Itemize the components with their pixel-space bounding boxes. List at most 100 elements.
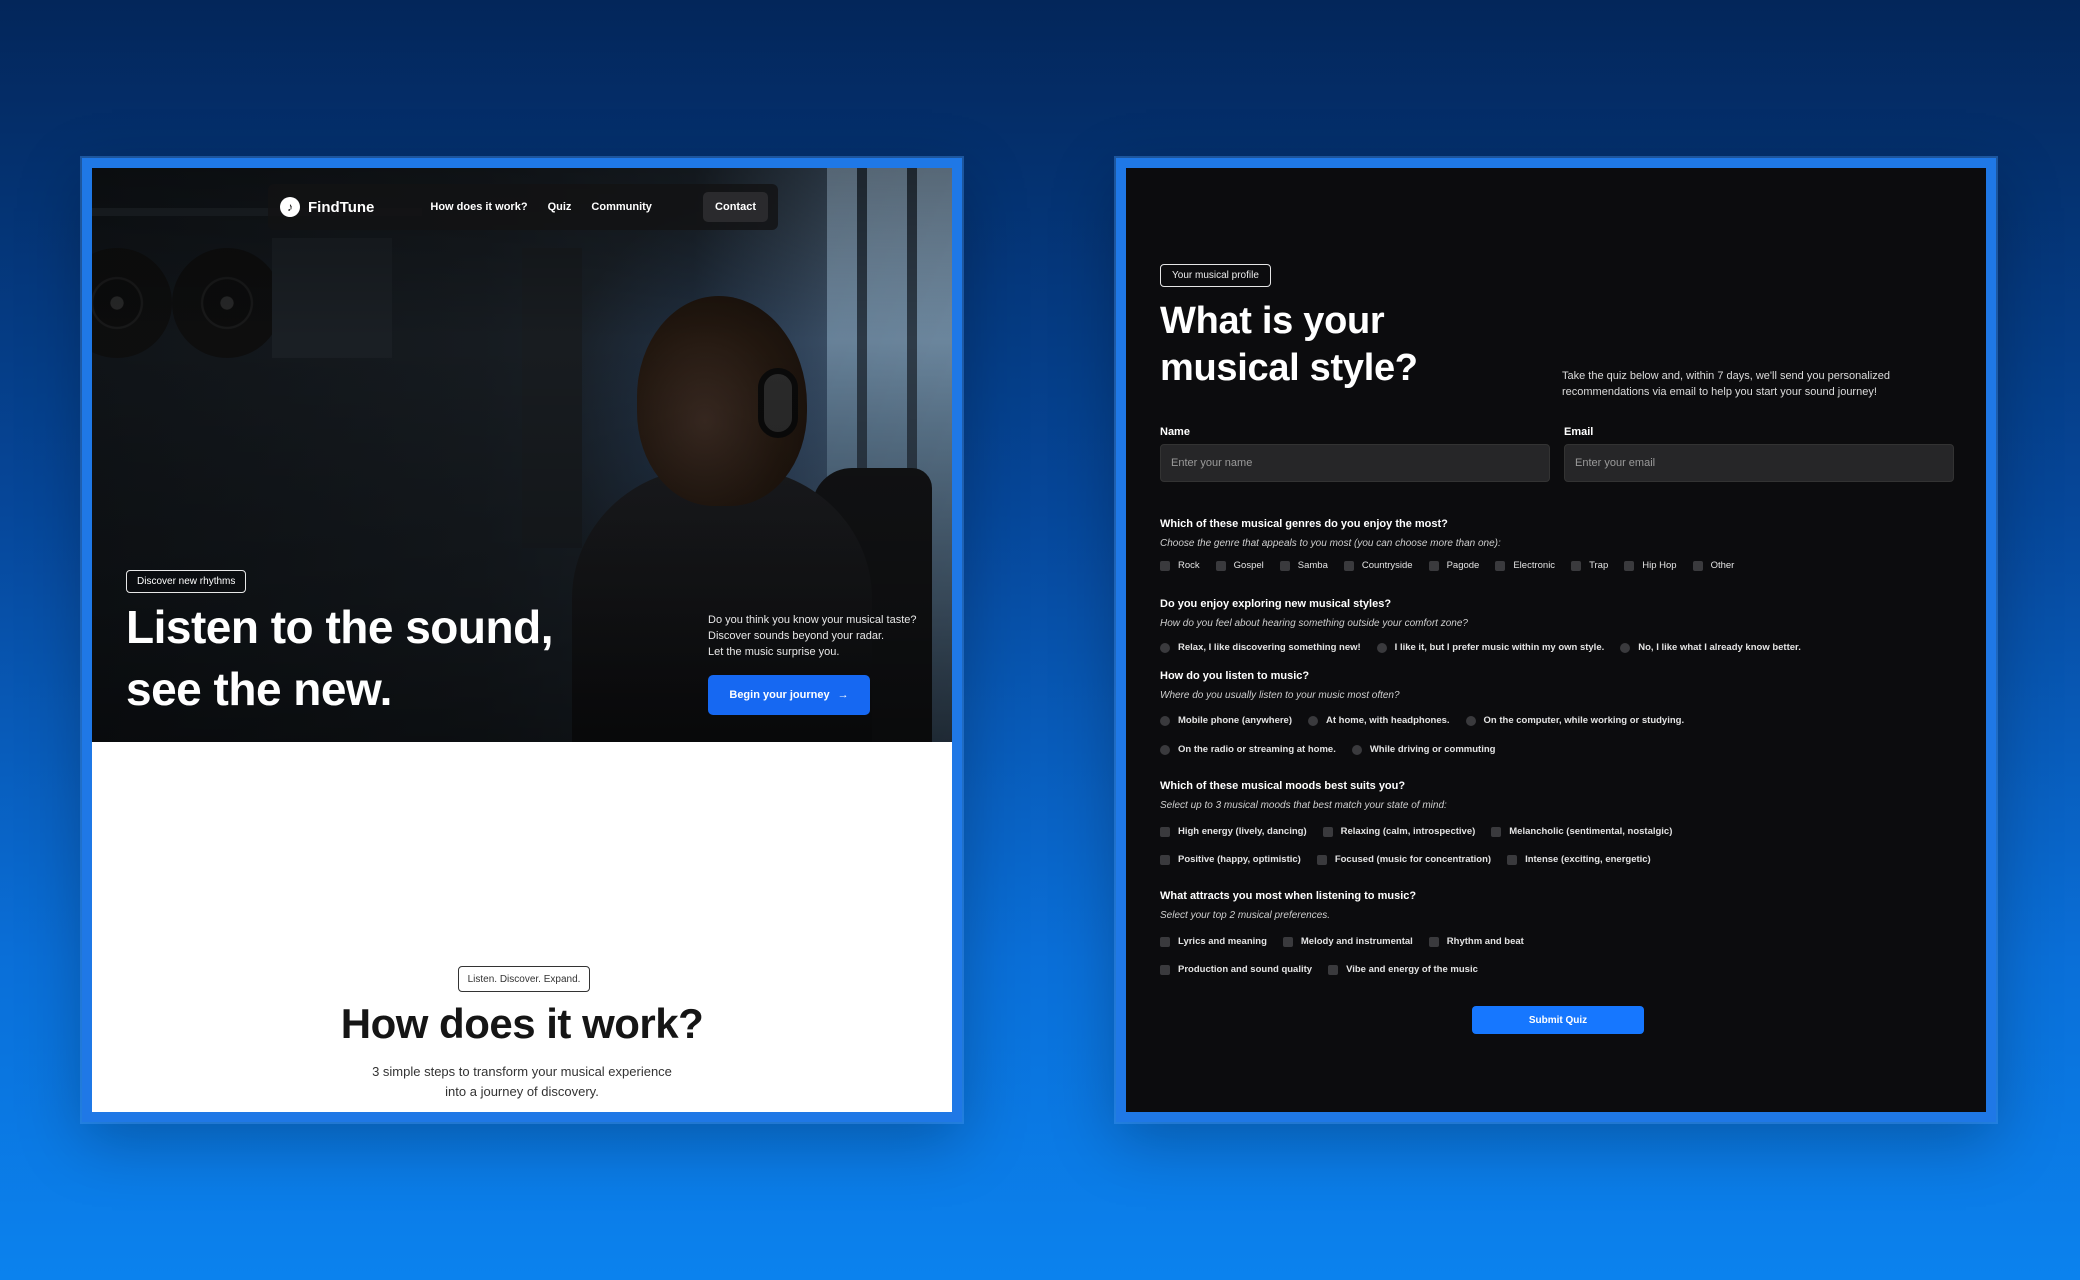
q4-option-intense[interactable]: Intense (exciting, energetic) xyxy=(1507,854,1651,865)
radio-button[interactable] xyxy=(1160,642,1170,653)
option-label: At home, with headphones. xyxy=(1326,715,1450,726)
q3-hint: Where do you usually listen to your musi… xyxy=(1160,690,1400,701)
q4-title: Which of these musical moods best suits … xyxy=(1160,780,1406,792)
checkbox[interactable] xyxy=(1624,560,1635,571)
q4-option-relaxing[interactable]: Relaxing (calm, introspective) xyxy=(1322,826,1476,837)
contact-button[interactable]: Contact xyxy=(703,192,768,222)
top-navbar: ♪ FindTune How does it work? Quiz Commun… xyxy=(268,184,778,230)
q3-option-computer[interactable]: On the computer, while working or studyi… xyxy=(1465,715,1684,726)
brand-logo[interactable]: ♪ FindTune xyxy=(280,197,374,217)
nav-link-how-it-works[interactable]: How does it work? xyxy=(430,201,527,213)
quiz-intro: Take the quiz below and, within 7 days, … xyxy=(1562,370,1891,398)
radio-button[interactable] xyxy=(1160,744,1170,755)
option-label: Countryside xyxy=(1361,560,1413,571)
checkbox[interactable] xyxy=(1316,854,1327,865)
q3-option-mobile[interactable]: Mobile phone (anywhere) xyxy=(1160,715,1292,726)
begin-journey-button[interactable]: Begin your journey → xyxy=(708,675,870,715)
quiz-title: What is your musical style? xyxy=(1160,300,1418,389)
radio-button[interactable] xyxy=(1160,715,1170,726)
q3-option-driving[interactable]: While driving or commuting xyxy=(1351,744,1495,755)
nav-link-community[interactable]: Community xyxy=(591,201,652,213)
q1-option-pagode[interactable]: Pagode xyxy=(1428,560,1479,571)
q2-hint: How do you feel about hearing something … xyxy=(1160,618,1468,629)
checkbox[interactable] xyxy=(1428,936,1439,947)
checkbox[interactable] xyxy=(1160,854,1170,865)
q2-options: Relax, I like discovering something new!… xyxy=(1160,642,1817,653)
q4-option-focused[interactable]: Focused (music for concentration) xyxy=(1316,854,1491,865)
nav-link-quiz[interactable]: Quiz xyxy=(548,201,572,213)
submit-quiz-button[interactable]: Submit Quiz xyxy=(1472,1006,1644,1034)
q3-option-radio[interactable]: On the radio or streaming at home. xyxy=(1160,744,1336,755)
q1-option-samba[interactable]: Samba xyxy=(1279,560,1328,571)
checkbox[interactable] xyxy=(1495,560,1506,571)
q3-option-home-headphones[interactable]: At home, with headphones. xyxy=(1308,715,1450,726)
option-label: Electronic xyxy=(1513,560,1556,571)
email-input[interactable] xyxy=(1564,444,1954,482)
checkbox[interactable] xyxy=(1279,560,1290,571)
how-it-works-section: Listen. Discover. Expand. How does it wo… xyxy=(92,742,952,1112)
hero-description: Do you think you know your musical taste… xyxy=(708,612,938,660)
option-label: Positive (happy, optimistic) xyxy=(1178,854,1301,865)
option-label: Mobile phone (anywhere) xyxy=(1178,715,1293,726)
checkbox[interactable] xyxy=(1160,964,1170,975)
checkbox[interactable] xyxy=(1571,560,1582,571)
radio-button[interactable] xyxy=(1376,642,1387,653)
q1-option-hip-hop[interactable]: Hip Hop xyxy=(1624,560,1677,571)
q4-option-high-energy[interactable]: High energy (lively, dancing) xyxy=(1160,826,1307,837)
checkbox[interactable] xyxy=(1215,560,1226,571)
name-input[interactable] xyxy=(1160,444,1550,482)
option-label: Samba xyxy=(1297,560,1328,571)
radio-button[interactable] xyxy=(1620,642,1631,653)
checkbox[interactable] xyxy=(1507,854,1518,865)
option-label: Production and sound quality xyxy=(1178,964,1313,975)
q4-option-positive[interactable]: Positive (happy, optimistic) xyxy=(1160,854,1301,865)
q1-title: Which of these musical genres do you enj… xyxy=(1160,518,1448,530)
q1-option-rock[interactable]: Rock xyxy=(1160,560,1200,571)
checkbox[interactable] xyxy=(1160,560,1170,571)
checkbox[interactable] xyxy=(1282,936,1293,947)
q4-options-row-1: High energy (lively, dancing) Relaxing (… xyxy=(1160,826,1688,837)
checkbox[interactable] xyxy=(1160,936,1170,947)
quiz-badge: Your musical profile xyxy=(1160,264,1271,287)
hero-title: Listen to the sound, see the new. xyxy=(126,596,646,720)
hero-section: ♪ FindTune How does it work? Quiz Commun… xyxy=(92,168,952,742)
q1-option-electronic[interactable]: Electronic xyxy=(1495,560,1555,571)
q4-option-melancholic[interactable]: Melancholic (sentimental, nostalgic) xyxy=(1491,826,1672,837)
checkbox[interactable] xyxy=(1491,826,1502,837)
q5-option-production[interactable]: Production and sound quality xyxy=(1160,964,1312,975)
q1-option-gospel[interactable]: Gospel xyxy=(1215,560,1264,571)
radio-button[interactable] xyxy=(1465,715,1476,726)
landing-page-preview: ♪ FindTune How does it work? Quiz Commun… xyxy=(82,158,962,1122)
hero-description-line-1: Do you think you know your musical taste… xyxy=(708,614,917,626)
q5-option-vibe[interactable]: Vibe and energy of the music xyxy=(1328,964,1478,975)
q5-option-lyrics[interactable]: Lyrics and meaning xyxy=(1160,936,1267,947)
q2-option-relax[interactable]: Relax, I like discovering something new! xyxy=(1160,642,1361,653)
email-label: Email xyxy=(1564,426,1594,438)
q5-options-row-2: Production and sound quality Vibe and en… xyxy=(1160,964,1494,975)
name-label: Name xyxy=(1160,426,1190,438)
q2-option-own-style[interactable]: I like it, but I prefer music within my … xyxy=(1376,642,1605,653)
begin-journey-label: Begin your journey xyxy=(729,689,830,701)
q1-option-other[interactable]: Other xyxy=(1692,560,1734,571)
radio-button[interactable] xyxy=(1351,744,1362,755)
section-badge: Listen. Discover. Expand. xyxy=(458,966,590,992)
q5-options-row-1: Lyrics and meaning Melody and instrument… xyxy=(1160,936,1540,947)
q1-option-countryside[interactable]: Countryside xyxy=(1343,560,1413,571)
q1-option-trap[interactable]: Trap xyxy=(1571,560,1608,571)
checkbox[interactable] xyxy=(1692,560,1703,571)
radio-button[interactable] xyxy=(1308,715,1319,726)
checkbox[interactable] xyxy=(1322,826,1333,837)
checkbox[interactable] xyxy=(1328,964,1339,975)
option-label: Lyrics and meaning xyxy=(1178,936,1267,947)
checkbox[interactable] xyxy=(1160,826,1170,837)
q5-option-rhythm[interactable]: Rhythm and beat xyxy=(1428,936,1524,947)
q2-option-already-know[interactable]: No, I like what I already know better. xyxy=(1620,642,1801,653)
hero-description-line-3: Let the music surprise you. xyxy=(708,646,840,658)
checkbox[interactable] xyxy=(1343,560,1354,571)
q5-option-melody[interactable]: Melody and instrumental xyxy=(1282,936,1413,947)
checkbox[interactable] xyxy=(1428,560,1439,571)
q4-hint: Select up to 3 musical moods that best m… xyxy=(1160,800,1447,811)
option-label: I like it, but I prefer music within my … xyxy=(1394,642,1605,653)
q1-options: Rock Gospel Samba Countryside Pagode Ele… xyxy=(1160,560,1750,571)
option-label: Relaxing (calm, introspective) xyxy=(1340,826,1476,837)
